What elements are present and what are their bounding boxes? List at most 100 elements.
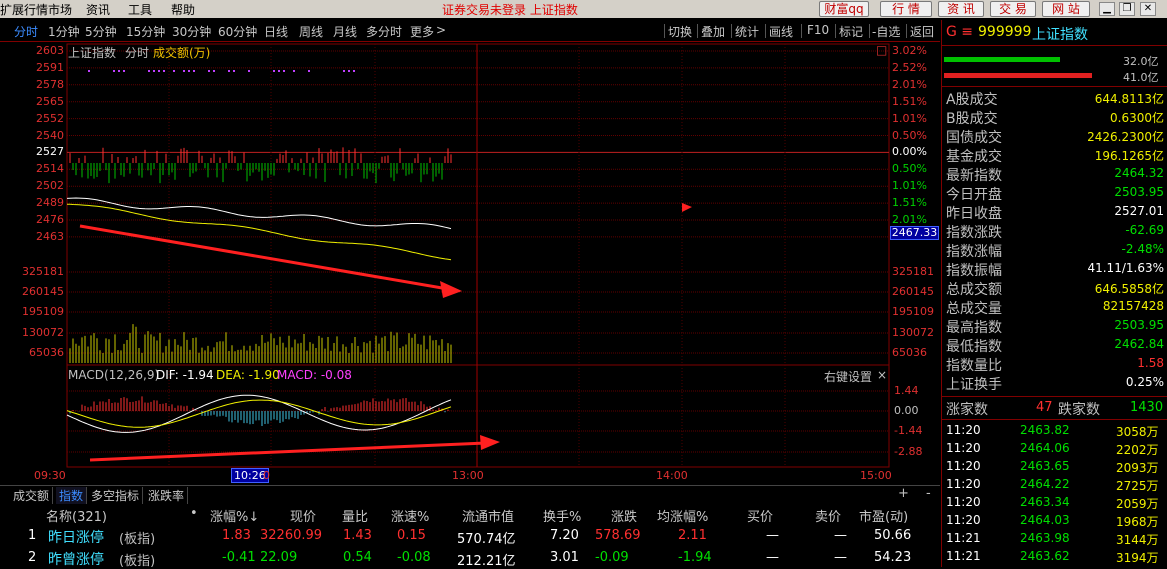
rise-label: 涨家数 — [946, 402, 988, 418]
tab-turnover[interactable]: 成交额 — [10, 487, 54, 504]
tab-multi-intraday[interactable]: 多分时 — [366, 23, 402, 40]
tab-15min[interactable]: 15分钟 — [126, 23, 165, 40]
close-icon[interactable]: ✕ — [1140, 2, 1156, 16]
tab-rise-fall-ratio[interactable]: 涨跌率 — [145, 487, 189, 504]
col-avg-change[interactable]: 均涨幅% — [657, 506, 708, 525]
tick-time: 11:20 — [946, 459, 981, 473]
divider — [801, 24, 802, 38]
col-vol-ratio[interactable]: 量比 — [342, 506, 368, 525]
downtrend-arrowhead — [440, 281, 462, 298]
row-name[interactable]: 昨曾涨停 — [48, 549, 104, 569]
price-tick: 2578 — [36, 77, 64, 91]
volume-tick: 195109 — [22, 305, 64, 318]
stats-button[interactable]: 统计 — [735, 23, 759, 40]
draw-line-button[interactable]: 画线 — [769, 23, 793, 40]
tab-index[interactable]: 指数 — [56, 487, 88, 504]
tab-intraday[interactable]: 分时 — [14, 23, 38, 40]
tab-weekly[interactable]: 周线 — [299, 23, 323, 40]
back-button[interactable]: 返回 — [910, 23, 934, 40]
tick-time: 11:21 — [946, 531, 981, 545]
row-float-mcap: 212.21亿 — [457, 554, 516, 569]
mark-button[interactable]: 标记 — [839, 23, 863, 40]
price-tick: 2476 — [36, 213, 64, 226]
stat-label: B股成交 — [946, 111, 998, 127]
col-name[interactable]: 名称(321) — [46, 506, 107, 525]
divider — [664, 24, 665, 38]
restore-icon[interactable]: ❐ — [1119, 2, 1135, 16]
col-pe[interactable]: 市盈(动) — [859, 506, 908, 525]
row-avg-change: 2.11 — [678, 528, 707, 543]
remove-watchlist-button[interactable]: -自选 — [872, 23, 900, 40]
chart-title: 上证指数 — [68, 46, 117, 60]
overlay-button[interactable]: 叠加 — [701, 23, 725, 40]
menu-news[interactable]: 资讯 — [86, 1, 110, 18]
more-chevron-icon[interactable]: > — [436, 23, 446, 37]
news-button[interactable]: 资 讯 — [938, 1, 984, 17]
tick-price: 2463.82 — [1020, 423, 1070, 437]
percent-tick: 1.51% — [892, 196, 927, 210]
col-speed[interactable]: 涨速% — [391, 506, 429, 525]
intraday-chart[interactable]: 上证指数 分时 成交额(万) □ 2603 2591 2578 2565 2552 254… — [0, 43, 940, 484]
period-toolbar: 分时 1分钟 5分钟 15分钟 30分钟 60分钟 日线 周线 月线 多分时 更… — [0, 20, 940, 42]
divider — [942, 396, 1167, 397]
stat-value: 41.11/1.63% — [1087, 261, 1164, 275]
add-tab-button[interactable]: + — [898, 486, 909, 501]
tab-more[interactable]: 更多 — [410, 23, 434, 40]
col-price[interactable]: 现价 — [290, 506, 316, 525]
downtrend-arrow — [79, 224, 449, 291]
tick-row: 11:20 2464.06 2202万 — [944, 441, 1166, 458]
remove-tab-button[interactable]: - — [926, 486, 931, 501]
stat-value: 2503.95 — [1114, 185, 1164, 199]
minimize-icon[interactable]: ▁ — [1099, 2, 1115, 16]
stat-row: 国债成交 2426.2300亿 — [944, 127, 1166, 146]
trade-button[interactable]: 交 易 — [990, 1, 1036, 17]
volume-tick-right: 325181 — [892, 265, 934, 278]
macd-tick: 0.00 — [894, 404, 919, 417]
switch-button[interactable]: 切换 — [668, 23, 692, 40]
tab-long-short[interactable]: 多空指标 — [88, 487, 144, 504]
stat-label: 指数涨幅 — [946, 244, 1002, 260]
f10-button[interactable]: F10 — [807, 23, 829, 37]
divider — [731, 24, 732, 38]
col-change-pct[interactable]: 涨幅%↓ — [210, 506, 259, 525]
signal-dot — [118, 70, 120, 72]
col-ask[interactable]: 卖价 — [815, 506, 841, 525]
price-tick: 2552 — [36, 111, 64, 125]
tab-daily[interactable]: 日线 — [264, 23, 288, 40]
index-table: 名称(321) • 涨幅%↓ 现价 量比 涨速% 流通市值 换手% 涨跌 均涨幅… — [0, 503, 940, 569]
col-turnover[interactable]: 换手% — [543, 506, 581, 525]
chart-close-icon[interactable]: □ — [876, 43, 887, 57]
tab-60min[interactable]: 60分钟 — [218, 23, 257, 40]
tab-monthly[interactable]: 月线 — [333, 23, 357, 40]
col-dot: • — [190, 506, 198, 521]
quote-button[interactable]: 行 情 — [880, 1, 932, 17]
stat-value: 2503.95 — [1114, 318, 1164, 332]
menu-tools[interactable]: 工具 — [128, 1, 152, 18]
tab-30min[interactable]: 30分钟 — [172, 23, 211, 40]
caifu-qq-button[interactable]: 财富qq — [819, 1, 869, 17]
row-float-mcap: 570.74亿 — [457, 532, 516, 547]
col-float-mcap[interactable]: 流通市值 — [462, 506, 514, 525]
menu-help[interactable]: 帮助 — [171, 1, 195, 18]
tick-row: 11:20 2464.03 1968万 — [944, 513, 1166, 530]
chart-canvas[interactable] — [0, 43, 940, 484]
website-button[interactable]: 网 站 — [1042, 1, 1090, 17]
col-bid[interactable]: 买价 — [747, 506, 773, 525]
menu-bar: 扩展行情市场 资讯 工具 帮助 证券交易未登录 上证指数 财富qq 行 情 资 … — [0, 0, 1167, 18]
row-name[interactable]: 昨日涨停 — [48, 527, 104, 547]
signal-dot — [248, 70, 250, 72]
signal-dot — [113, 70, 115, 72]
tick-time: 11:20 — [946, 423, 981, 437]
tab-1min[interactable]: 1分钟 — [48, 23, 80, 40]
macd-settings-hint[interactable]: 右键设置 — [824, 368, 872, 385]
tab-5min[interactable]: 5分钟 — [85, 23, 117, 40]
login-status: 证券交易未登录 上证指数 — [442, 3, 578, 17]
price-tick: 2540 — [36, 128, 64, 142]
col-change[interactable]: 涨跌 — [611, 506, 637, 525]
tick-row: 11:21 2463.98 3144万 — [944, 531, 1166, 548]
tick-volume: 3058万 — [1116, 425, 1159, 439]
menu-ext-market[interactable]: 扩展行情市场 — [0, 1, 72, 18]
macd-close-icon[interactable]: × — [877, 368, 887, 382]
macd-tick: -1.44 — [894, 424, 923, 437]
stat-row: 指数涨幅 -2.48% — [944, 241, 1166, 260]
